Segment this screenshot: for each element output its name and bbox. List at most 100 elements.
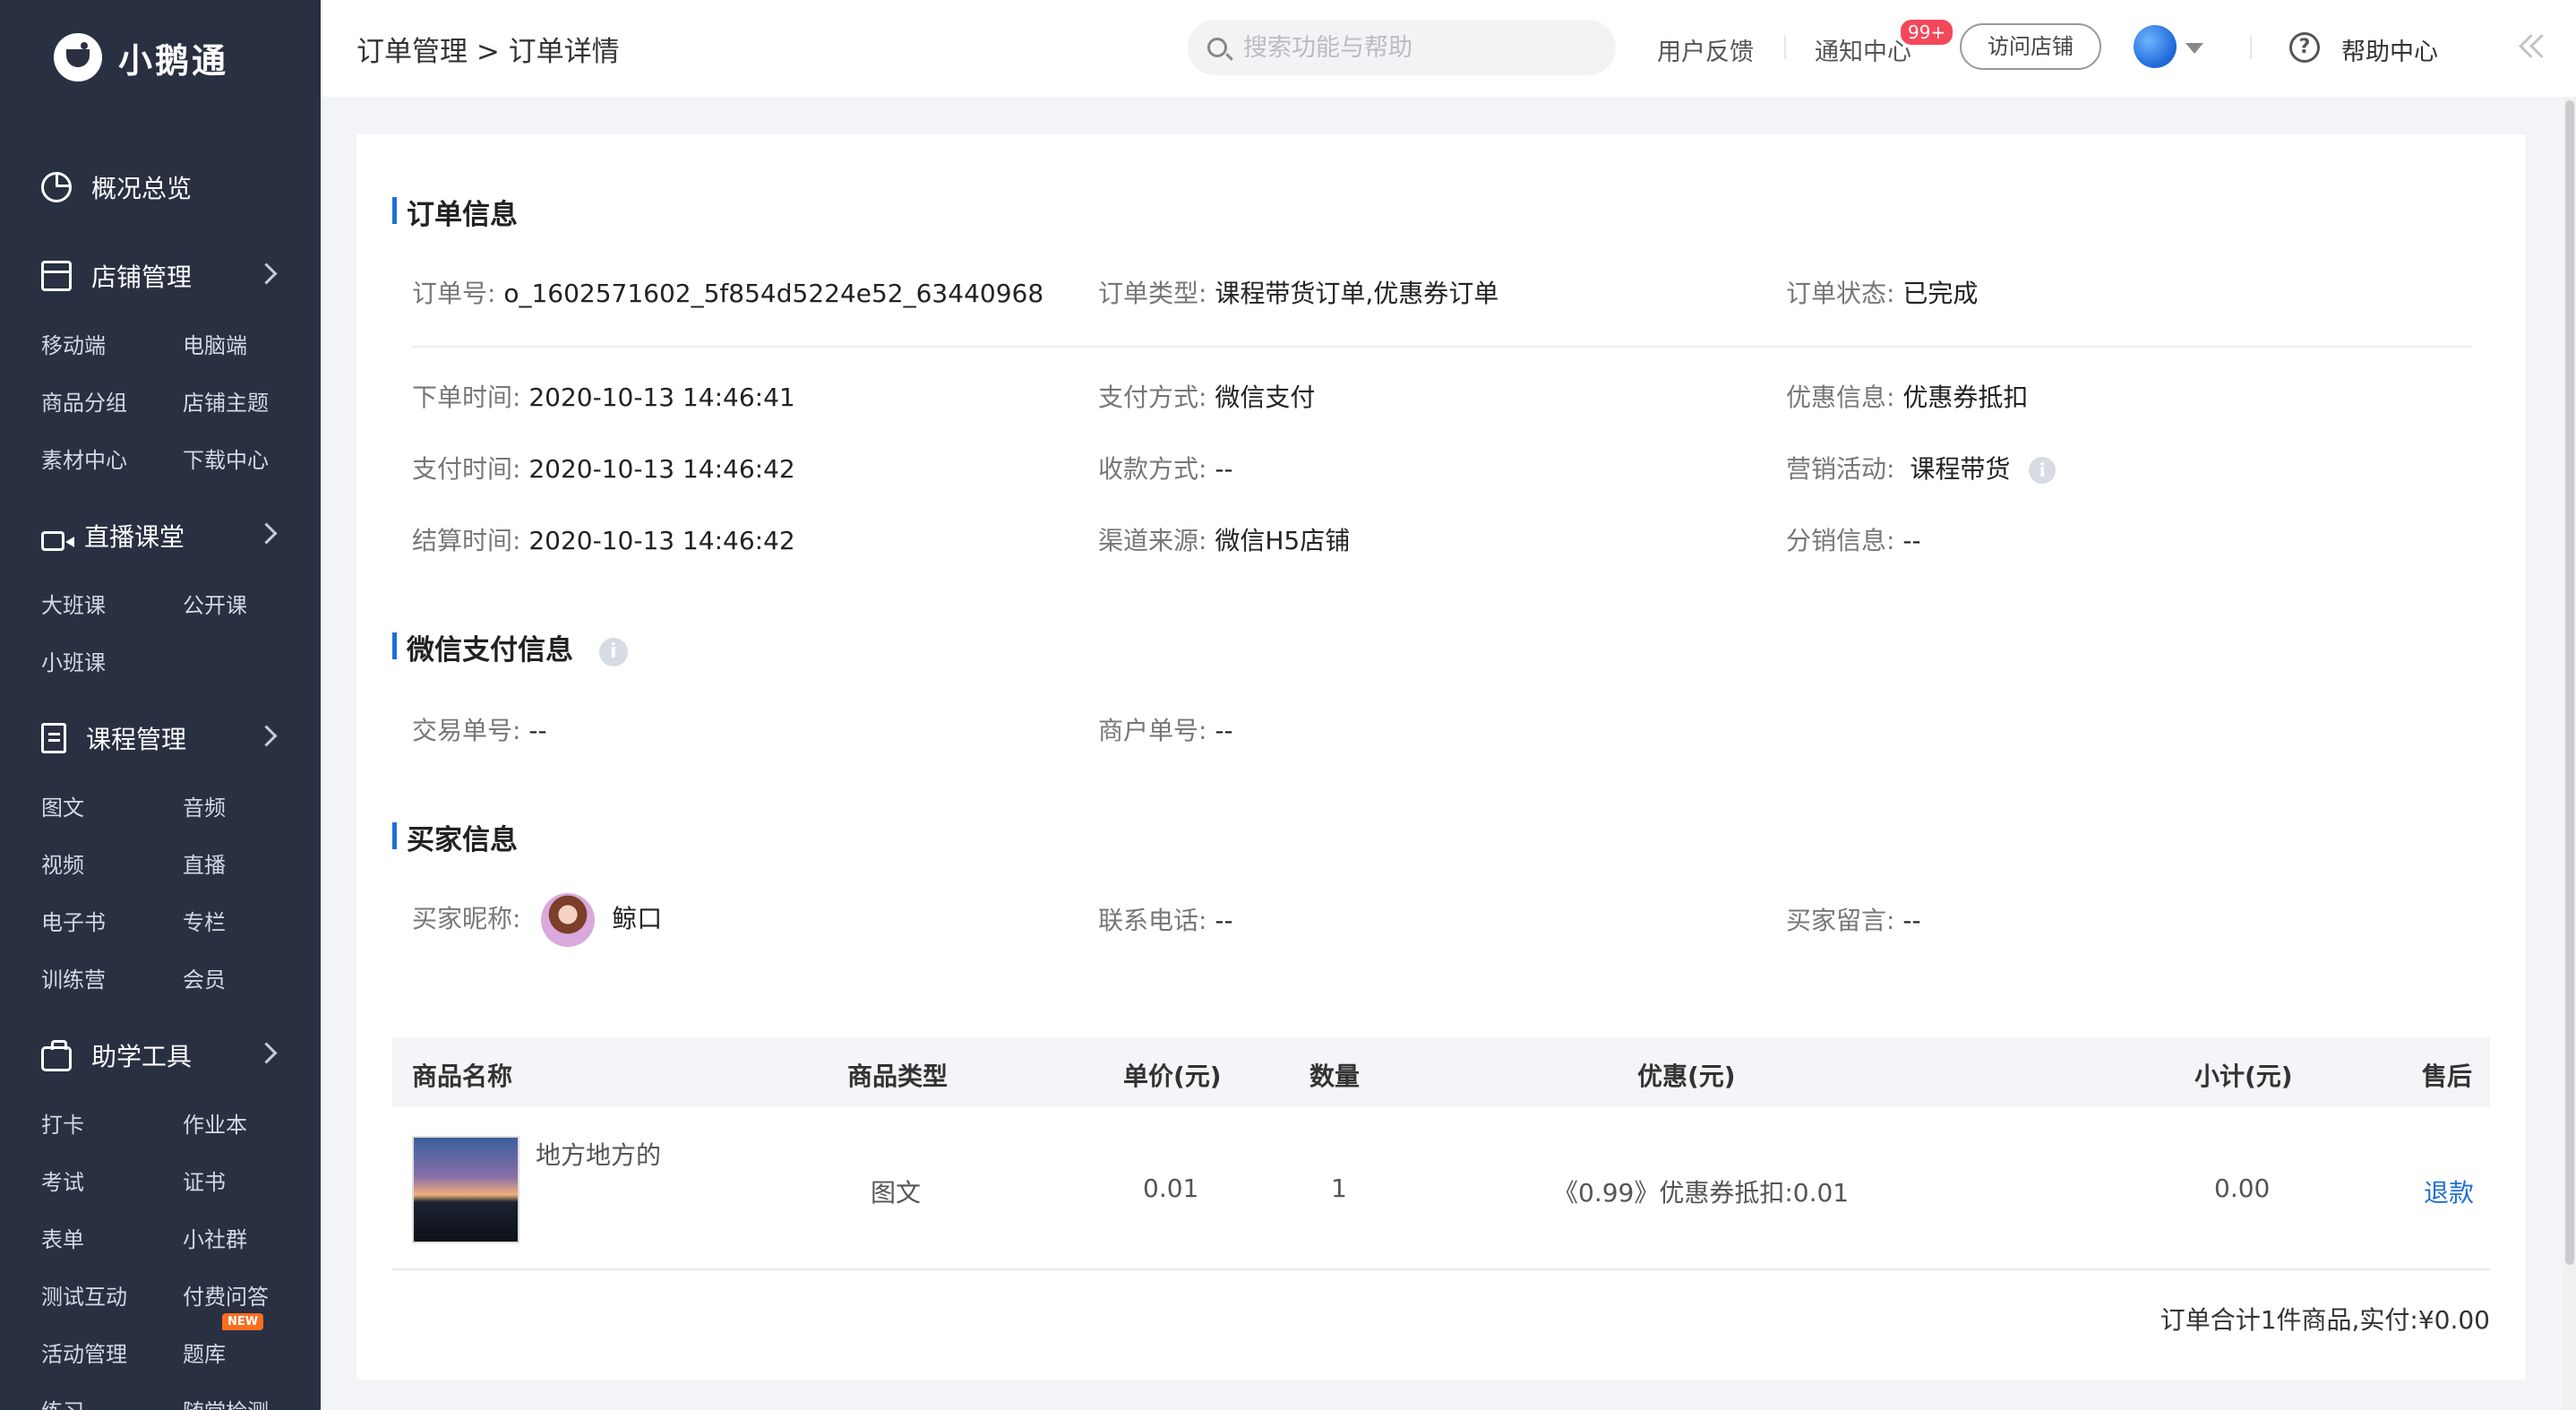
sidebar-item-activity[interactable]: 活动管理 (41, 1337, 127, 1368)
double-chevron-left-icon[interactable] (2517, 36, 2547, 57)
sidebar-item-mobile[interactable]: 移动端 (41, 328, 106, 359)
order-type-value: 课程带货订单,优惠券订单 (1215, 279, 1499, 308)
sidebar-item-video[interactable]: 视频 (41, 847, 84, 879)
pay-time-value: 2020-10-13 14:46:42 (528, 454, 795, 484)
collect-method-field: 收款方式: -- (1098, 450, 1233, 486)
sidebar-item-live[interactable]: 直播 (183, 847, 226, 879)
buyer-nickname-link[interactable]: 鲸口 (612, 904, 662, 933)
field-label: 商户单号: (1098, 716, 1207, 745)
product-type: 图文 (871, 1178, 922, 1208)
sidebar-item-download[interactable]: 下载中心 (183, 443, 269, 474)
distribution-value: -- (1902, 526, 1921, 555)
goose-logo-icon (54, 33, 102, 82)
field-label: 收款方式: (1098, 454, 1207, 484)
settle-time-value: 2020-10-13 14:46:42 (528, 526, 795, 555)
sidebar-group-course[interactable]: 课程管理 (41, 716, 321, 761)
scrollbar-thumb[interactable] (2565, 100, 2574, 1265)
field-label: 订单类型: (1098, 279, 1207, 308)
sidebar-group-tools[interactable]: 助学工具 (41, 1033, 321, 1078)
field-label: 优惠信息: (1786, 383, 1895, 412)
order-time-field: 下单时间: 2020-10-13 14:46:41 (412, 378, 795, 414)
field-label: 订单状态: (1786, 279, 1895, 308)
pay-time-field: 支付时间: 2020-10-13 14:46:42 (412, 450, 795, 486)
sidebar-item-product-group[interactable]: 商品分组 (41, 385, 127, 417)
order-status-field: 订单状态: 已完成 (1786, 274, 1978, 310)
discount-info-value: 优惠券抵扣 (1902, 383, 2029, 412)
section-divider (412, 346, 2472, 348)
sidebar-item-practice[interactable]: 练习 (41, 1394, 84, 1410)
sidebar-group-label: 课程管理 (86, 725, 187, 754)
sidebar-item-ebook[interactable]: 电子书 (41, 905, 106, 936)
field-label: 买家留言: (1786, 906, 1895, 935)
distribution-field: 分销信息: -- (1786, 521, 1921, 557)
sidebar-item-community[interactable]: 小社群 (183, 1222, 247, 1253)
section-title-text: 微信支付信息 (407, 634, 573, 666)
refund-link[interactable]: 退款 (2424, 1174, 2474, 1209)
discount-info-field: 优惠信息: 优惠券抵扣 (1786, 378, 2028, 414)
trade-no-field: 交易单号: -- (412, 711, 547, 747)
chevron-right-icon (255, 262, 278, 285)
buyer-nickname-field: 买家昵称: 鲸口 (412, 892, 662, 947)
top-header: 订单管理 > 订单详情 用户反馈 通知中心 99+ 访问店铺 ? 帮助中心 (321, 0, 2576, 97)
sidebar-item-homework[interactable]: 作业本 (183, 1107, 247, 1139)
buyer-message-field: 买家留言: -- (1786, 901, 1921, 937)
sidebar-item-material[interactable]: 素材中心 (41, 443, 127, 474)
search-box[interactable] (1188, 20, 1616, 75)
search-icon (1207, 38, 1227, 57)
order-time-value: 2020-10-13 14:46:41 (528, 383, 795, 412)
sidebar-item-article[interactable]: 图文 (41, 790, 84, 821)
product-price: 0.01 (1143, 1174, 1199, 1203)
store-icon (41, 261, 72, 291)
marketing-value: 课程带货 (1910, 454, 2011, 484)
sidebar-item-paid-qa[interactable]: 付费问答 (183, 1279, 269, 1311)
field-label: 营销活动: (1786, 454, 1895, 484)
buyer-message-value: -- (1902, 906, 1921, 935)
notification-center-link[interactable]: 通知中心 (1815, 32, 1911, 67)
new-badge: NEW (222, 1313, 264, 1330)
info-icon[interactable]: i (598, 637, 628, 666)
sidebar-item-big-class[interactable]: 大班课 (41, 588, 106, 619)
sidebar-item-checkin[interactable]: 打卡 (41, 1107, 84, 1139)
marketing-field: 营销活动: 课程带货 i (1786, 450, 2057, 486)
sidebar-item-column[interactable]: 专栏 (183, 905, 226, 936)
header-divider (1784, 36, 1786, 59)
sidebar-item-pc[interactable]: 电脑端 (183, 328, 247, 359)
section-title-order-info: 订单信息 (392, 192, 518, 232)
visit-store-button[interactable]: 访问店铺 (1960, 23, 2101, 70)
product-quantity: 1 (1331, 1174, 1347, 1203)
sidebar-item-certificate[interactable]: 证书 (183, 1165, 226, 1196)
help-center-link[interactable]: 帮助中心 (2341, 32, 2438, 67)
sidebar-item-exam[interactable]: 考试 (41, 1165, 84, 1196)
product-name[interactable]: 地方地方的 (536, 1136, 661, 1172)
sidebar-item-in-class-test[interactable]: 随堂检测 (183, 1394, 269, 1410)
sidebar-item-member[interactable]: 会员 (183, 962, 226, 993)
sidebar-item-quiz[interactable]: 测试互动 (41, 1279, 127, 1311)
breadcrumb[interactable]: 订单管理 > 订单详情 (356, 29, 620, 69)
sidebar-item-overview[interactable]: 概况总览 (41, 165, 321, 210)
field-label: 分销信息: (1786, 526, 1895, 555)
sidebar-item-label: 概况总览 (91, 174, 193, 203)
sidebar-item-camp[interactable]: 训练营 (41, 962, 106, 993)
product-thumbnail[interactable] (412, 1136, 519, 1243)
sidebar-group-label: 助学工具 (91, 1042, 193, 1071)
sidebar-item-audio[interactable]: 音频 (183, 790, 226, 821)
sidebar-group-store[interactable]: 店铺管理 (41, 254, 321, 298)
sidebar: 小鹅通 概况总览 店铺管理 移动端 电脑端 商品分组 店铺主题 素材中心 下载中… (0, 0, 321, 1410)
sidebar-item-question-bank[interactable]: 题库 (183, 1337, 226, 1368)
order-no-field: 订单号: o_1602571602_5f854d5224e52_63440968 (412, 274, 1043, 310)
brand-logo[interactable]: 小鹅通 (54, 30, 228, 84)
feedback-link[interactable]: 用户反馈 (1657, 32, 1754, 67)
sidebar-item-form[interactable]: 表单 (41, 1222, 84, 1253)
sidebar-item-store-theme[interactable]: 店铺主题 (183, 385, 269, 417)
pay-method-field: 支付方式: 微信支付 (1098, 378, 1315, 414)
info-icon[interactable]: i (2029, 457, 2057, 484)
table-row-divider (392, 1268, 2490, 1270)
sidebar-group-live[interactable]: 直播课堂 (41, 513, 321, 558)
globe-avatar-icon[interactable] (2134, 25, 2177, 68)
question-circle-icon[interactable]: ? (2289, 32, 2320, 63)
sidebar-item-small-class[interactable]: 小班课 (41, 645, 106, 676)
sidebar-item-open-class[interactable]: 公开课 (183, 588, 247, 619)
search-input[interactable] (1241, 32, 1585, 63)
column-header: 小计(元) (2194, 1062, 2293, 1091)
caret-down-icon[interactable] (2185, 43, 2203, 54)
